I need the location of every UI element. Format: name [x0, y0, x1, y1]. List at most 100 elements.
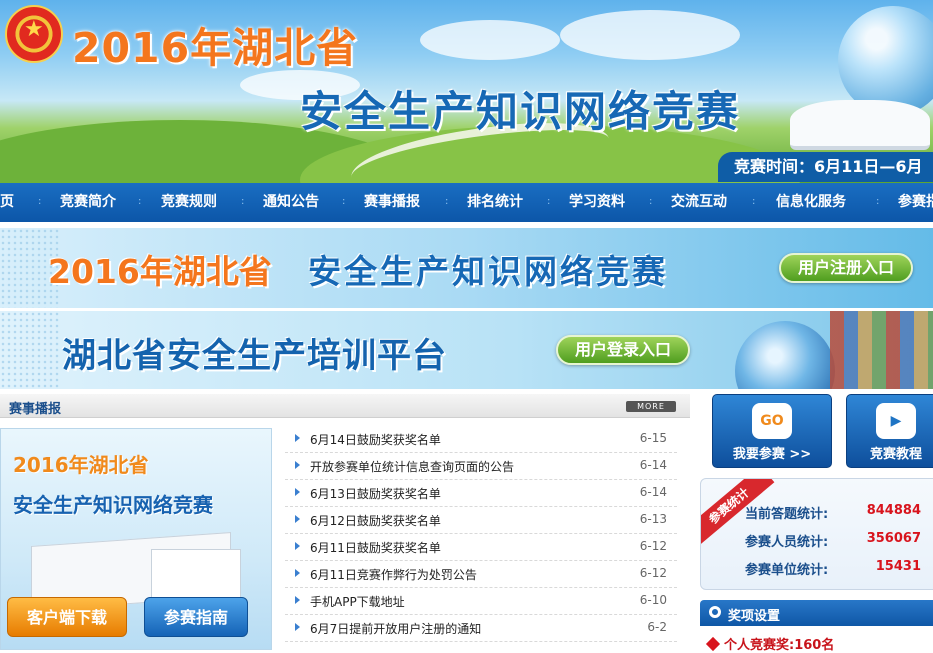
news-item-date: 6-2 [647, 620, 667, 634]
banner1-title-year: 2016年湖北省 [48, 252, 272, 291]
header-title-year: 2016年湖北省 [72, 24, 359, 72]
bullet-arrow-icon [295, 434, 300, 442]
news-item[interactable]: 6月7日提前开放用户注册的通知 6-2 [285, 615, 677, 642]
news-item-title[interactable]: 6月7日提前开放用户注册的通知 [310, 620, 481, 637]
news-item-title[interactable]: 6月14日鼓励奖获奖名单 [310, 431, 441, 448]
award-item-text: 个人竞赛奖:160名 [724, 638, 835, 653]
news-item[interactable]: 6月13日鼓励奖获奖名单 6-14 [285, 480, 677, 507]
competition-time: 竞赛时间：6月11日—6月 [718, 152, 933, 182]
nav-item-it-service[interactable]: 信息化服务 [776, 183, 846, 222]
globe-decoration [735, 321, 835, 389]
news-item-title[interactable]: 6月11日竞赛作弊行为处罚公告 [310, 566, 477, 583]
news-item-title[interactable]: 6月11日鼓励奖获奖名单 [310, 539, 441, 556]
bullet-arrow-icon [295, 515, 300, 523]
stat-label: 参赛人员统计: [745, 535, 829, 550]
cloud-decoration [420, 20, 560, 60]
participation-guide-button[interactable]: 参赛指南 [144, 597, 248, 637]
nav-separator: : [241, 196, 245, 207]
news-section-title: 赛事播报 [9, 402, 62, 417]
stat-value: 844884 [866, 503, 921, 518]
nav-separator: : [38, 196, 42, 207]
nav-item-study[interactable]: 学习资料 [569, 183, 625, 222]
header-banner: ★ 2016年湖北省 安全生产知识网络竞赛 竞赛时间：6月11日—6月 [0, 0, 933, 183]
news-item[interactable]: 6月14日鼓励奖获奖名单 6-15 [285, 426, 677, 453]
nav-item-ranking[interactable]: 排名统计 [467, 183, 523, 222]
promo-title-main: 安全生产知识网络竞赛 [13, 493, 213, 517]
award-item: 个人竞赛奖:160名 [705, 634, 835, 653]
video-camera-icon: ▶ [876, 403, 916, 439]
stat-row-units: 参赛单位统计: 15431 [745, 559, 933, 579]
nav-separator: : [649, 196, 653, 207]
circle-icon [709, 606, 721, 618]
awards-title: 奖项设置 [728, 609, 781, 624]
nav-item-notices[interactable]: 通知公告 [263, 183, 319, 222]
stat-label: 参赛单位统计: [745, 563, 829, 578]
banner2-title: 湖北省安全生产培训平台 [62, 336, 447, 376]
join-competition-label[interactable]: 我要参赛 >> [713, 443, 831, 462]
open-book-decoration [790, 100, 930, 150]
client-download-button[interactable]: 客户端下载 [7, 597, 127, 637]
safety-emblem-logo: ★ [5, 5, 63, 63]
diamond-icon [705, 636, 721, 652]
nav-separator: : [342, 196, 346, 207]
training-platform-banner[interactable]: 湖北省安全生产培训平台 用户登录入口 [0, 311, 933, 389]
photo-collage-decoration [830, 311, 933, 389]
nav-separator: : [547, 196, 551, 207]
news-item-date: 6-12 [639, 539, 667, 553]
news-item[interactable]: 6月11日竞赛作弊行为处罚公告 6-12 [285, 561, 677, 588]
star-icon: ★ [24, 17, 44, 42]
login-entry-button[interactable]: 用户登录入口 [556, 335, 690, 365]
stat-label: 当前答题统计: [745, 507, 829, 522]
news-item-date: 6-15 [639, 431, 667, 445]
header-title-main: 安全生产知识网络竞赛 [300, 87, 741, 136]
nav-item-participate-guide[interactable]: 参赛指 [898, 183, 933, 222]
nav-item-rules[interactable]: 竞赛规则 [161, 183, 217, 222]
nav-item-news[interactable]: 赛事播报 [364, 183, 420, 222]
stat-row-participants: 参赛人员统计: 356067 [745, 531, 933, 551]
nav-separator: : [752, 196, 756, 207]
participation-stats-panel: 参赛统计 当前答题统计: 844884 参赛人员统计: 356067 参赛单位统… [700, 478, 933, 590]
banner1-title-main: 安全生产知识网络竞赛 [308, 252, 668, 291]
news-item[interactable]: 开放参赛单位统计信息查询页面的公告 6-14 [285, 453, 677, 480]
registration-banner[interactable]: 2016年湖北省 安全生产知识网络竞赛 用户注册入口 [0, 228, 933, 308]
dot-pattern-decoration [0, 311, 60, 389]
stat-row-answers: 当前答题统计: 844884 [745, 503, 933, 523]
news-item[interactable]: 6月12日鼓励奖获奖名单 6-13 [285, 507, 677, 534]
news-item-title[interactable]: 6月13日鼓励奖获奖名单 [310, 485, 441, 502]
tutorial-tile[interactable]: ▶ 竞赛教程 [846, 394, 933, 468]
go-runner-icon: GO [752, 403, 792, 439]
nav-separator: : [876, 196, 880, 207]
news-item[interactable]: 手机APP下载地址 6-10 [285, 588, 677, 615]
news-item-date: 6-10 [639, 593, 667, 607]
nav-item-intro[interactable]: 竞赛简介 [60, 183, 116, 222]
news-list: 6月14日鼓励奖获奖名单 6-15 开放参赛单位统计信息查询页面的公告 6-14… [285, 426, 677, 642]
news-section-header: 赛事播报 MORE [0, 394, 690, 418]
news-item-title[interactable]: 手机APP下载地址 [310, 593, 405, 610]
bullet-arrow-icon [295, 569, 300, 577]
tutorial-label[interactable]: 竞赛教程 [847, 443, 933, 462]
news-item[interactable]: 6月11日鼓励奖获奖名单 6-12 [285, 534, 677, 561]
news-item-title[interactable]: 6月12日鼓励奖获奖名单 [310, 512, 441, 529]
news-item-date: 6-12 [639, 566, 667, 580]
news-item-date: 6-14 [639, 485, 667, 499]
join-competition-tile[interactable]: GO 我要参赛 >> [712, 394, 832, 468]
main-nav: 页 竞赛简介 竞赛规则 通知公告 赛事播报 排名统计 学习资料 交流互动 信息化… [0, 183, 933, 222]
competition-promo-card: 2016年湖北省 安全生产知识网络竞赛 客户端下载 参赛指南 [0, 428, 272, 650]
more-button[interactable]: MORE [626, 401, 676, 412]
register-entry-button[interactable]: 用户注册入口 [779, 253, 913, 283]
nav-separator: : [445, 196, 449, 207]
news-item-date: 6-14 [639, 458, 667, 472]
bullet-arrow-icon [295, 623, 300, 631]
news-item-date: 6-13 [639, 512, 667, 526]
news-item-title[interactable]: 开放参赛单位统计信息查询页面的公告 [310, 458, 514, 475]
page: ★ 2016年湖北省 安全生产知识网络竞赛 竞赛时间：6月11日—6月 页 竞赛… [0, 0, 933, 653]
bullet-arrow-icon [295, 542, 300, 550]
bullet-arrow-icon [295, 596, 300, 604]
stat-value: 356067 [866, 531, 921, 546]
promo-title-year: 2016年湖北省 [13, 453, 149, 477]
cloud-decoration [560, 10, 740, 60]
bullet-arrow-icon [295, 488, 300, 496]
nav-item-home[interactable]: 页 [0, 183, 14, 222]
nav-item-forum[interactable]: 交流互动 [671, 183, 727, 222]
nav-separator: : [138, 196, 142, 207]
